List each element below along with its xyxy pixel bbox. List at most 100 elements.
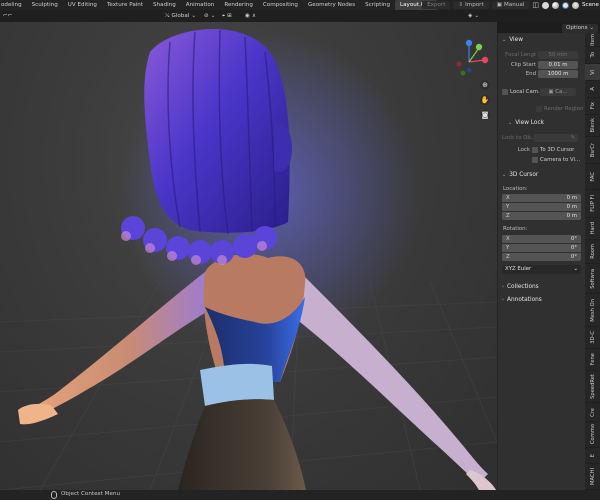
tab-softwrap-label: Softwra bbox=[589, 268, 596, 289]
location-x-field[interactable]: X 0 m bbox=[502, 194, 581, 202]
tab-scripting[interactable]: Scripting bbox=[360, 0, 395, 10]
tab-machi[interactable]: MACHI bbox=[585, 464, 600, 490]
rotation-x-axis: X bbox=[506, 236, 510, 242]
gizmo-neg-x-icon bbox=[456, 61, 462, 67]
tab-cre-label: Cre bbox=[589, 407, 596, 417]
falloff-icon: ∧ bbox=[251, 13, 256, 19]
view-section-header[interactable]: ⌄ View bbox=[498, 35, 523, 45]
location-z-field[interactable]: Z 0 m bbox=[502, 212, 581, 220]
tab-tool[interactable]: To bbox=[585, 47, 600, 64]
orientation-dropdown[interactable]: ⤯ Global ⌄ bbox=[165, 12, 196, 20]
rotation-x-field[interactable]: X 0° bbox=[502, 235, 581, 243]
tab-a[interactable]: A bbox=[585, 81, 600, 98]
tab-mesh-on[interactable]: Mesh On bbox=[585, 294, 600, 327]
rotation-y-field[interactable]: Y 0° bbox=[502, 244, 581, 252]
tab-cre[interactable]: Cre bbox=[585, 403, 600, 422]
pan-hand-icon[interactable]: ✋ bbox=[480, 95, 490, 105]
local-camera-field[interactable]: ▣ Ca... bbox=[540, 88, 576, 96]
tab-modeling[interactable]: odeling bbox=[0, 0, 27, 10]
3d-viewport[interactable]: ⊕ ✋ ◙ bbox=[0, 22, 497, 490]
location-y-axis: Y bbox=[506, 204, 510, 210]
editor-type-menu[interactable]: ⌐⌐ bbox=[3, 12, 12, 20]
camera-to-view-row: Camera to Vi... bbox=[532, 156, 580, 164]
local-camera-value: Ca... bbox=[555, 89, 568, 95]
snap-toggle[interactable]: ⌖ ⊞ bbox=[222, 12, 232, 20]
wireframe-shading-icon[interactable]: ◫ bbox=[532, 1, 539, 9]
tab-texture-paint[interactable]: Texture Paint bbox=[102, 0, 148, 10]
tab-sculpting[interactable]: Sculpting bbox=[27, 0, 63, 10]
left-hand bbox=[18, 403, 58, 425]
tab-rendering[interactable]: Rendering bbox=[219, 0, 258, 10]
eyedropper-icon: ✎ bbox=[570, 135, 575, 141]
tab-hard[interactable]: Hard bbox=[585, 218, 600, 240]
tab-bsrcr[interactable]: BsrCr bbox=[585, 137, 600, 164]
visibility-dropdown[interactable]: ◈ ⌄ bbox=[468, 12, 479, 20]
tab-softwrap[interactable]: Softwra bbox=[585, 264, 600, 294]
collections-section-header[interactable]: › Collections bbox=[498, 282, 539, 292]
rendered-shading-icon[interactable] bbox=[561, 1, 569, 9]
solid-shading-icon[interactable] bbox=[541, 1, 549, 9]
tab-fac[interactable]: FAC bbox=[585, 164, 600, 190]
to-3d-cursor-checkbox[interactable] bbox=[532, 147, 538, 153]
gizmo-neg-z-icon bbox=[466, 67, 472, 73]
view-lock-section-header[interactable]: ⌄ View Lock bbox=[504, 118, 544, 128]
tab-item[interactable]: Item bbox=[585, 33, 600, 47]
options-button[interactable]: Options ⌄ bbox=[561, 24, 598, 33]
3d-cursor-title: 3D Cursor bbox=[509, 172, 539, 178]
rotation-z-field[interactable]: Z 0° bbox=[502, 253, 581, 261]
tab-blenk[interactable]: Blenk bbox=[585, 115, 600, 137]
tab-fix-label: Fix bbox=[589, 102, 596, 110]
viewport-header: ⌐⌐ ⤯ Global ⌄ ⊘ ⌄ ⌖ ⊞ ◉ ∧ ◈ ⌄ bbox=[0, 10, 600, 22]
tab-bsrcr-label: BsrCr bbox=[589, 142, 596, 158]
chevron-down-icon: ⌄ bbox=[589, 25, 594, 31]
camera-view-icon[interactable]: ◙ bbox=[480, 110, 490, 120]
rotation-mode-dropdown[interactable]: XYZ Euler ⌄ bbox=[502, 265, 581, 274]
tab-speedret[interactable]: SpeedRet bbox=[585, 371, 600, 403]
tab-shading[interactable]: Shading bbox=[148, 0, 181, 10]
lock-label: Lock bbox=[517, 147, 530, 153]
focal-length-field[interactable]: 50 mm bbox=[538, 51, 578, 59]
mouse-right-click-icon bbox=[51, 491, 57, 499]
location-y-field[interactable]: Y 0 m bbox=[502, 203, 581, 211]
skirt bbox=[178, 399, 306, 490]
gizmo-neg-y-icon bbox=[460, 70, 466, 76]
manual-button[interactable]: ▣ Manual bbox=[491, 1, 530, 9]
tab-e[interactable]: E bbox=[585, 448, 600, 464]
lock-to-object-field[interactable]: ✎ bbox=[534, 134, 578, 142]
export-button[interactable]: Export bbox=[422, 1, 451, 9]
zoom-icon[interactable]: ⊕ bbox=[480, 80, 490, 90]
tab-geometry-nodes[interactable]: Geometry Nodes bbox=[303, 0, 360, 10]
tab-fene[interactable]: Fene bbox=[585, 349, 600, 371]
local-camera-checkbox[interactable] bbox=[502, 89, 508, 95]
tab-hard-label: Hard bbox=[589, 222, 596, 235]
annotations-section-header[interactable]: › Annotations bbox=[498, 295, 542, 305]
navigation-gizmo[interactable] bbox=[452, 36, 492, 76]
tab-compositing[interactable]: Compositing bbox=[258, 0, 303, 10]
tab-3d-c[interactable]: 3D-C bbox=[585, 327, 600, 349]
location-x-axis: X bbox=[506, 195, 510, 201]
3d-cursor-section-header[interactable]: ⌄ 3D Cursor bbox=[498, 170, 538, 180]
pivot-dropdown[interactable]: ⊘ ⌄ bbox=[204, 12, 215, 20]
tab-commo[interactable]: Commo bbox=[585, 422, 600, 448]
scene-label[interactable]: Scene bbox=[582, 2, 600, 8]
sidebar-panel: ⌄ View Focal Lengt 50 mm Clip Start 0.01… bbox=[497, 33, 585, 490]
clip-start-field[interactable]: 0.01 m bbox=[538, 61, 578, 69]
material-shading-icon[interactable] bbox=[551, 1, 559, 9]
workspace-tabs: odeling Sculpting UV Editing Texture Pai… bbox=[0, 0, 437, 10]
import-button[interactable]: ⇩ Import bbox=[453, 1, 489, 9]
proportional-editing-toggle[interactable]: ◉ ∧ bbox=[245, 12, 256, 20]
render-region-checkbox[interactable] bbox=[536, 106, 542, 112]
tab-uv-editing[interactable]: UV Editing bbox=[63, 0, 102, 10]
tab-view[interactable]: Vi bbox=[585, 64, 600, 81]
tab-flip-fluids[interactable]: FLIP FI bbox=[585, 190, 600, 218]
manual-label: Manual bbox=[503, 2, 525, 8]
tab-room[interactable]: Room bbox=[585, 240, 600, 264]
camera-to-view-checkbox[interactable] bbox=[532, 157, 538, 163]
clip-end-field[interactable]: 1000 m bbox=[538, 70, 578, 78]
scene-icon[interactable] bbox=[571, 1, 579, 9]
tab-fix[interactable]: Fix bbox=[585, 98, 600, 115]
editor-type-icon: ⌐⌐ bbox=[3, 13, 13, 19]
tab-animation[interactable]: Animation bbox=[181, 0, 220, 10]
top-right-controls: Export ⇩ Import ▣ Manual ◫ Scene bbox=[422, 0, 600, 10]
tab-tool-label: To bbox=[589, 52, 596, 58]
